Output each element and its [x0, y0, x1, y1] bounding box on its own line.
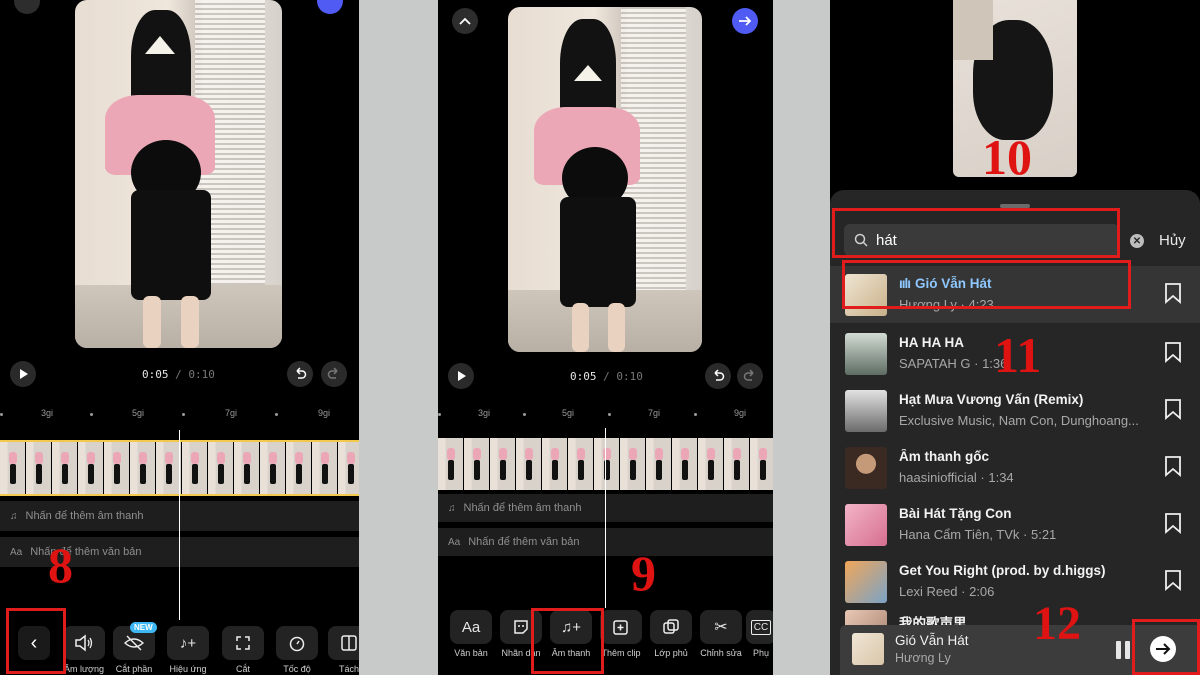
bookmark-icon[interactable]	[1163, 569, 1183, 591]
playhead[interactable]	[605, 428, 606, 608]
step-number-8: 8	[48, 537, 73, 593]
next-button[interactable]	[732, 8, 758, 34]
sticker-icon	[514, 620, 528, 634]
step-number-9: 9	[631, 545, 656, 601]
tool-volume[interactable]: Âm lượng	[60, 626, 108, 674]
album-art	[845, 446, 887, 489]
song-subtitle: SAPATAH G · 1:36	[899, 356, 1008, 371]
undo-button[interactable]	[287, 361, 313, 387]
captions-icon: CC	[750, 619, 772, 635]
next-button[interactable]	[317, 0, 343, 14]
video-preview	[75, 0, 282, 348]
playhead[interactable]	[179, 430, 180, 620]
song-title: 我的歌声里	[899, 616, 967, 626]
tool-text[interactable]: Aa Văn bản	[446, 610, 496, 658]
bookmark-icon[interactable]	[1163, 455, 1183, 477]
song-subtitle: haasiniofficial · 1:34	[899, 470, 1014, 485]
editor-panel-left: 0:05 / 0:10 3gi 5gi 7gi 9gi ♫ Nhấn để thê…	[0, 0, 359, 675]
collapse-button[interactable]	[14, 0, 40, 14]
tool-overlay[interactable]: Lớp phủ	[646, 610, 696, 658]
tool-cut-part[interactable]: Cắt phần NEW	[108, 622, 160, 674]
split-icon	[341, 635, 357, 651]
pause-icon[interactable]	[1116, 641, 1132, 659]
redo-button[interactable]	[737, 363, 763, 389]
tool-effects[interactable]: ♪+ Hiệu ứng	[160, 626, 216, 674]
music-picker-panel: 10 hát ✕ Hủy ıılı Gió Vẫn Hát Hương Ly · …	[830, 0, 1200, 675]
song-title: Bài Hát Tặng Con	[899, 506, 1012, 521]
editor-panel-middle: 0:05 / 0:10 3gi 5gi 7gi 9gi ♫ Nhấn để thê…	[438, 0, 773, 675]
album-art	[845, 503, 887, 546]
tool-crop[interactable]: Cắt	[216, 626, 270, 674]
bottom-toolbar: Aa Văn bản Nhãn dán ♫+ Âm thanh Thêm cli…	[438, 610, 773, 658]
music-plus-icon: ♪+	[179, 634, 197, 652]
now-playing-artist: Hương Ly	[895, 651, 951, 665]
song-row[interactable]: Get You Right (prod. by d.higgs) Lexi Re…	[830, 553, 1200, 610]
timeline-ruler: 3gi 5gi 7gi 9gi	[438, 404, 773, 424]
album-art	[845, 332, 887, 375]
album-art	[845, 560, 887, 603]
text-icon: Aa	[448, 536, 461, 548]
eye-off-icon	[124, 635, 144, 651]
bookmark-icon[interactable]	[1163, 341, 1183, 363]
annotation-box-sound	[531, 608, 604, 674]
step-number-12: 12	[1033, 597, 1081, 650]
time-display: 0:05 / 0:10	[570, 370, 643, 383]
annotation-box-song	[842, 260, 1131, 309]
scissors-icon: ✂	[714, 619, 728, 636]
timer-icon	[289, 636, 305, 652]
song-title: Hạt Mưa Vương Vấn (Remix)	[899, 392, 1084, 407]
tool-speed[interactable]: Tốc độ	[270, 626, 324, 674]
music-note-icon: ♫	[10, 510, 18, 522]
song-title: Âm thanh gốc	[899, 449, 989, 464]
tool-edit[interactable]: ✂ Chỉnh sửa	[696, 610, 746, 658]
song-title: HA HA HA	[899, 335, 964, 350]
song-title: Get You Right (prod. by d.higgs)	[899, 563, 1106, 578]
text-icon: Aa	[10, 546, 23, 558]
song-row[interactable]: Bài Hát Tặng Con Hana Cẩm Tiên, TVk · 5:…	[830, 496, 1200, 553]
speaker-icon	[75, 634, 93, 652]
bookmark-icon[interactable]	[1163, 282, 1183, 304]
now-playing-title: Gió Vẫn Hát	[895, 633, 969, 648]
annotation-box-back	[6, 608, 66, 674]
chevron-up-icon	[459, 17, 471, 25]
bookmark-icon[interactable]	[1163, 512, 1183, 534]
redo-button[interactable]	[321, 361, 347, 387]
play-button[interactable]	[448, 363, 474, 389]
tool-split[interactable]: Tách	[324, 626, 359, 674]
step-number-11: 11	[994, 327, 1042, 383]
tool-captions[interactable]: CC Phụ	[746, 610, 773, 658]
album-art	[845, 610, 887, 626]
clear-search-icon[interactable]: ✕	[1130, 234, 1144, 248]
annotation-box-search	[832, 208, 1120, 258]
song-subtitle: Hana Cẩm Tiên, TVk · 5:21	[899, 527, 1057, 542]
overlay-icon	[663, 619, 679, 634]
timeline-ruler: 3gi 5gi 7gi 9gi	[0, 404, 359, 424]
album-art	[852, 633, 884, 665]
cancel-button[interactable]: Hủy	[1159, 232, 1186, 249]
video-preview	[508, 7, 702, 352]
bookmark-icon[interactable]	[1163, 398, 1183, 420]
step-number-10: 10	[982, 129, 1032, 185]
play-button[interactable]	[10, 361, 36, 387]
expand-icon	[236, 636, 250, 650]
new-badge: NEW	[130, 622, 157, 633]
add-clip-icon	[613, 620, 628, 635]
album-art	[845, 389, 887, 432]
annotation-box-confirm	[1132, 619, 1200, 675]
undo-button[interactable]	[705, 363, 731, 389]
song-subtitle: Lexi Reed · 2:06	[899, 584, 995, 599]
music-note-icon: ♫	[448, 502, 456, 514]
song-subtitle: Exclusive Music, Nam Con, Dunghoang...	[899, 413, 1139, 428]
song-row[interactable]: Hạt Mưa Vương Vấn (Remix) Exclusive Musi…	[830, 382, 1200, 439]
time-display: 0:05 / 0:10	[142, 368, 215, 381]
song-row[interactable]: Âm thanh gốc haasiniofficial · 1:34	[830, 439, 1200, 496]
text-icon: Aa	[461, 618, 481, 636]
collapse-button[interactable]	[452, 8, 478, 34]
arrow-right-icon	[739, 16, 752, 26]
